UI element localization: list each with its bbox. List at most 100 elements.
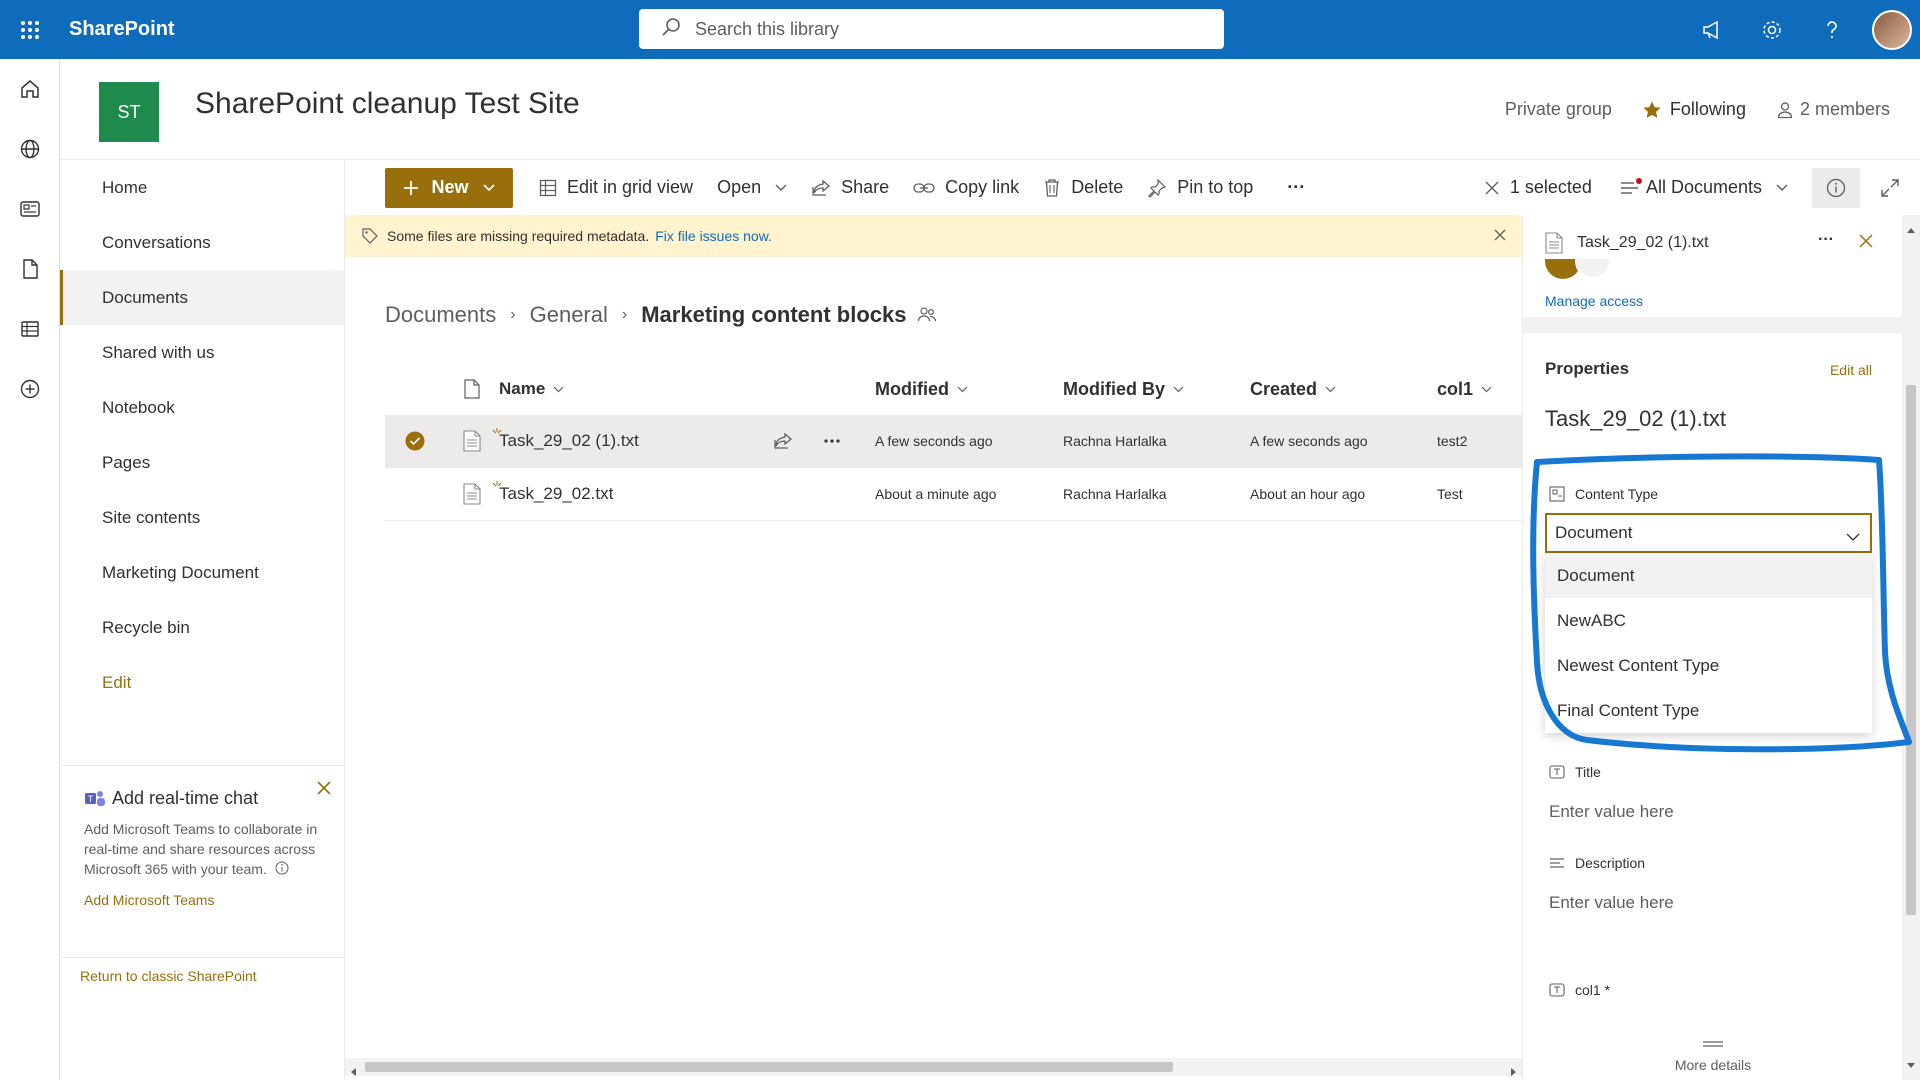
link-icon [913, 181, 935, 195]
follow-button[interactable]: Following [1642, 99, 1746, 120]
chevron-down-icon [553, 386, 564, 393]
people-icon[interactable] [917, 306, 937, 324]
nav-item-pages[interactable]: Pages [60, 435, 344, 490]
avatar[interactable] [1872, 9, 1912, 50]
brand-name[interactable]: SharePoint [69, 18, 175, 41]
fix-issues-link[interactable]: Fix file issues now. [655, 228, 772, 244]
modified-cell: About a minute ago [875, 486, 997, 502]
app-launcher-icon[interactable] [0, 0, 59, 59]
more-options-icon[interactable] [823, 438, 841, 444]
close-icon[interactable] [1494, 228, 1506, 244]
content-type-option[interactable]: NewABC [1545, 598, 1872, 643]
description-input[interactable]: Enter value here [1549, 893, 1674, 913]
modified-by-cell[interactable]: Rachna Harlalka [1063, 486, 1250, 502]
view-switcher[interactable]: All Documents [1620, 177, 1788, 198]
table-row[interactable]: Task_29_02 (1).txt A few seconds ago Rac… [385, 415, 1522, 468]
content-type-option[interactable]: Document [1545, 553, 1872, 598]
content-type-dropdown[interactable]: Document [1545, 513, 1872, 553]
file-name-cell[interactable]: Task_29_02.txt [492, 481, 875, 504]
expand-icon[interactable] [1860, 178, 1920, 198]
file-name[interactable]: Task_29_02 (1).txt [499, 431, 639, 451]
column-header-name[interactable]: Name [499, 379, 875, 399]
new-button[interactable]: New [385, 167, 513, 208]
table-row[interactable]: Task_29_02.txt About a minute ago Rachna… [385, 468, 1522, 521]
search-box[interactable]: Search this library [639, 9, 1224, 49]
more-details-button[interactable]: More details [1523, 1035, 1903, 1073]
megaphone-icon[interactable] [1682, 0, 1742, 59]
file-type-icon[interactable] [445, 379, 499, 399]
nav-item-conversations[interactable]: Conversations [60, 215, 344, 270]
share-button[interactable]: Share [811, 177, 889, 198]
info-icon[interactable] [275, 860, 289, 880]
chevron-down-icon [1173, 386, 1184, 393]
edit-grid-label: Edit in grid view [567, 177, 694, 197]
nav-item-shared-with-us[interactable]: Shared with us [60, 325, 344, 380]
modified-by-cell[interactable]: Rachna Harlalka [1063, 433, 1250, 449]
more-commands-button[interactable]: ··· [1287, 177, 1305, 198]
list-icon[interactable] [0, 299, 60, 359]
access-avatars [1545, 259, 1625, 279]
globe-icon[interactable] [0, 119, 60, 179]
horizontal-scrollbar[interactable] [345, 1058, 1522, 1076]
nav-edit-link[interactable]: Edit [60, 655, 344, 710]
file-name-cell[interactable]: Task_29_02 (1).txt [492, 428, 875, 451]
site-logo[interactable]: ST [99, 82, 159, 142]
banner-text: Some files are missing required metadata… [387, 228, 650, 244]
title-input[interactable]: Enter value here [1549, 802, 1674, 822]
manage-access-link[interactable]: Manage access [1545, 293, 1643, 309]
nav-item-recycle-bin[interactable]: Recycle bin [60, 600, 344, 655]
nav-item-documents[interactable]: Documents [60, 270, 344, 325]
column-header-col1[interactable]: col1 [1437, 379, 1522, 400]
scroll-down-icon[interactable] [1907, 1056, 1915, 1074]
file-icon[interactable] [0, 239, 60, 299]
delete-button[interactable]: Delete [1043, 177, 1123, 198]
column-header-created[interactable]: Created [1250, 379, 1437, 400]
content-type-option[interactable]: Final Content Type [1545, 688, 1872, 733]
close-icon[interactable] [1858, 233, 1874, 254]
edit-all-link[interactable]: Edit all [1830, 362, 1872, 378]
gear-icon[interactable] [1742, 0, 1802, 59]
new-item-icon [492, 476, 502, 496]
scroll-up-icon[interactable] [1907, 221, 1915, 239]
column-header-modified[interactable]: Modified [875, 379, 1063, 400]
scrollbar-thumb[interactable] [1906, 385, 1916, 915]
nav-item-notebook[interactable]: Notebook [60, 380, 344, 435]
breadcrumb-separator: › [510, 306, 516, 323]
edit-grid-button[interactable]: Edit in grid view [539, 177, 693, 198]
file-name[interactable]: Task_29_02.txt [499, 484, 613, 504]
nav-item-marketing-document[interactable]: Marketing Document [60, 545, 344, 600]
column-header-modified-by[interactable]: Modified By [1063, 379, 1250, 400]
breadcrumb-documents[interactable]: Documents [385, 302, 496, 328]
breadcrumb-general[interactable]: General [530, 302, 608, 328]
pin-to-top-button[interactable]: Pin to top [1147, 177, 1253, 198]
help-icon[interactable] [1802, 0, 1862, 59]
title-label-text: Title [1575, 764, 1601, 780]
column-label: col1 [1437, 378, 1474, 399]
copy-link-button[interactable]: Copy link [913, 177, 1019, 198]
search-input[interactable]: Search this library [695, 19, 839, 40]
return-classic-link[interactable]: Return to classic SharePoint [80, 968, 257, 984]
close-icon[interactable] [316, 780, 332, 801]
site-title[interactable]: SharePoint cleanup Test Site [195, 87, 580, 121]
row-checkbox[interactable] [385, 431, 445, 451]
nav-item-site-contents[interactable]: Site contents [60, 490, 344, 545]
nav-item-home[interactable]: Home [60, 160, 344, 215]
scrollbar-thumb[interactable] [365, 1062, 1173, 1072]
trash-icon [1043, 178, 1061, 198]
created-cell: About an hour ago [1250, 486, 1366, 502]
home-icon[interactable] [0, 59, 60, 119]
scroll-left-icon[interactable] [351, 1063, 357, 1080]
members-button[interactable]: 2 members [1776, 99, 1890, 120]
clear-selection-button[interactable]: 1 selected [1484, 177, 1592, 198]
open-button[interactable]: Open [717, 177, 787, 198]
scroll-right-icon[interactable] [1510, 1063, 1516, 1080]
content-type-option[interactable]: Newest Content Type [1545, 643, 1872, 688]
info-button[interactable] [1812, 167, 1860, 208]
content-type-label-text: Content Type [1575, 486, 1659, 502]
vertical-scrollbar[interactable] [1902, 215, 1920, 1080]
news-icon[interactable] [0, 179, 60, 239]
add-teams-link[interactable]: Add Microsoft Teams [84, 892, 320, 908]
share-icon[interactable] [773, 432, 793, 450]
add-icon[interactable] [0, 359, 60, 419]
more-options-icon[interactable]: ··· [1818, 231, 1834, 249]
